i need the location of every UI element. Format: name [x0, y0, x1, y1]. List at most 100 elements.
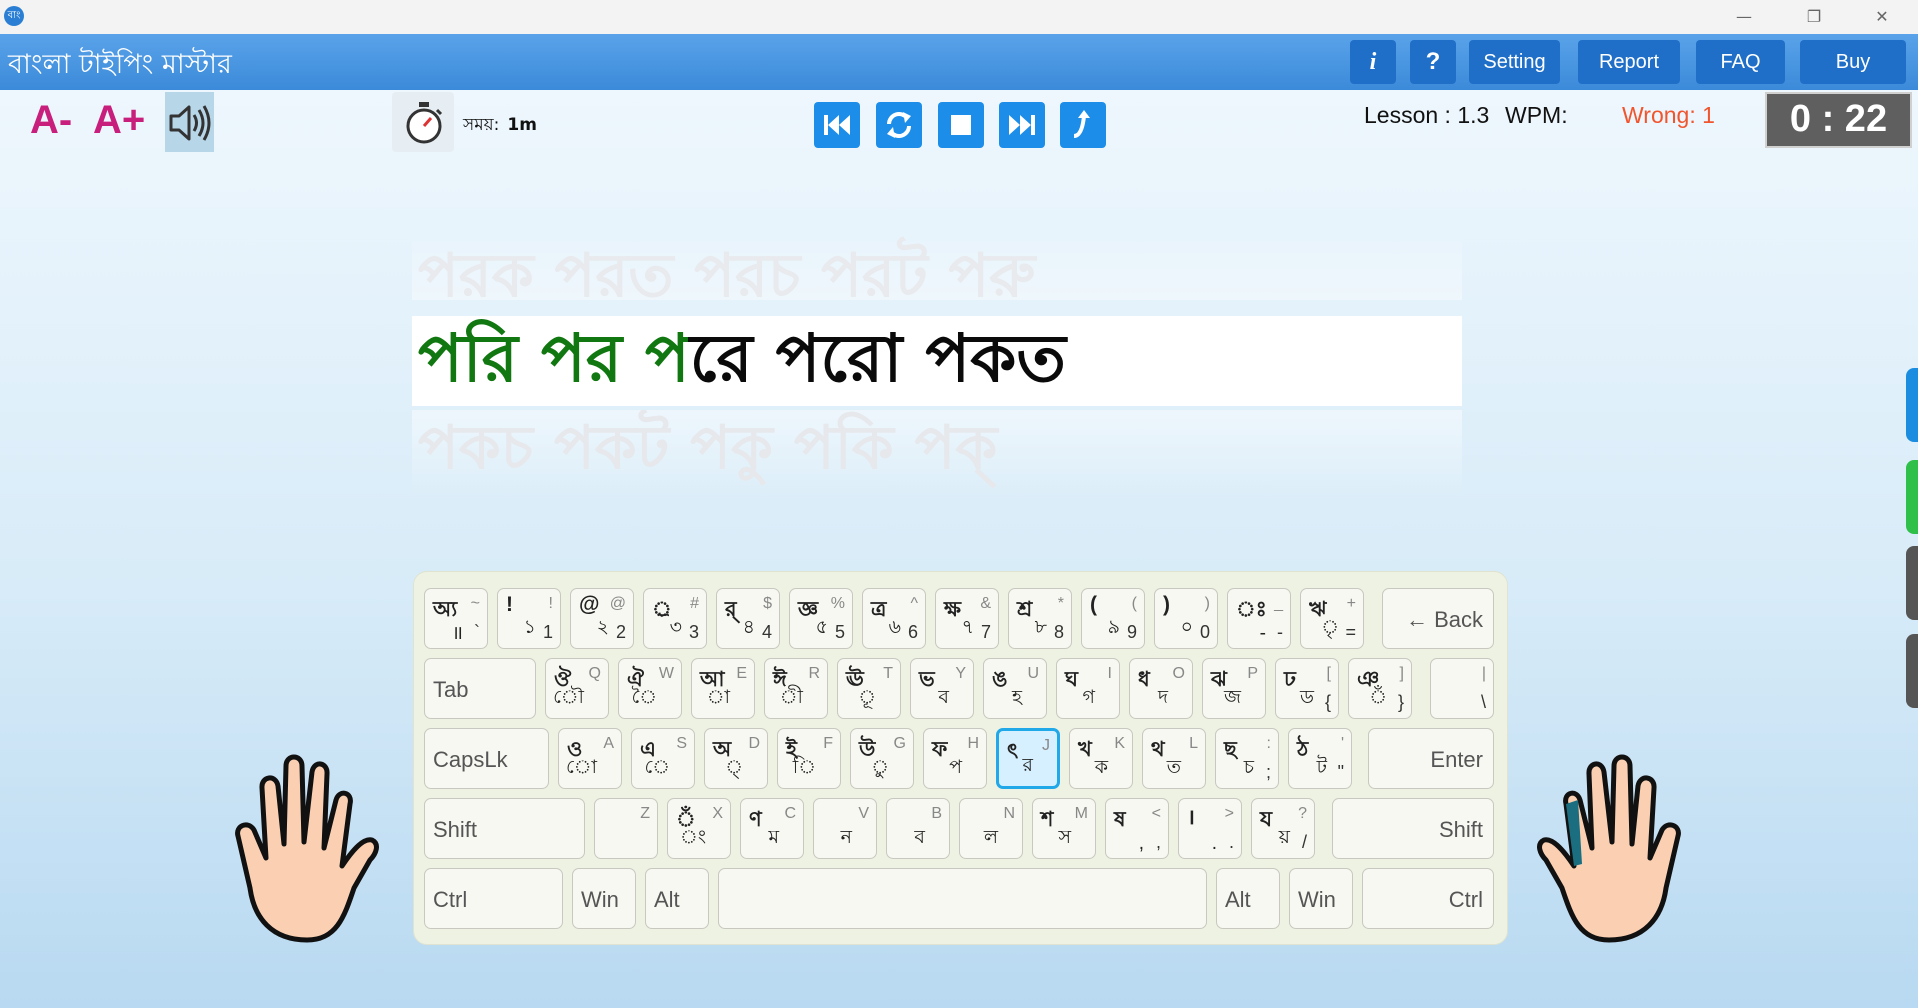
key-period[interactable]: । > .. — [1178, 798, 1242, 859]
wrong-count: Wrong: 1 — [1622, 102, 1715, 128]
key-shift-right[interactable]: Shift — [1332, 798, 1494, 859]
key-semicolon[interactable]: ছ: চ; — [1215, 728, 1279, 789]
key-l[interactable]: থL ত — [1142, 728, 1206, 789]
key-m[interactable]: শM স — [1032, 798, 1096, 859]
key-o[interactable]: ধO দ — [1129, 658, 1193, 719]
buy-button[interactable]: Buy — [1800, 40, 1906, 84]
side-tab-gray-2[interactable] — [1906, 634, 1918, 708]
key-2[interactable]: @ @ ২2 — [570, 588, 634, 649]
key-comma[interactable]: ষ < ,, — [1105, 798, 1169, 859]
key-equals[interactable]: ঋ + ৃ = — [1300, 588, 1364, 649]
key-tilde[interactable]: অ্য ~ ॥ ` — [424, 588, 488, 649]
key-6[interactable]: ত্র ^ ৬6 — [862, 588, 926, 649]
speaker-icon — [169, 105, 211, 141]
repeat-lesson-button[interactable] — [876, 102, 922, 148]
previous-line: পরক পরত পরচ পরট পরু — [412, 230, 1462, 300]
key-w[interactable]: ঐW ৈ — [618, 658, 682, 719]
key-alt-right[interactable]: Alt — [1216, 868, 1280, 929]
stop-button[interactable] — [938, 102, 984, 148]
info-button[interactable]: i — [1350, 40, 1396, 84]
wpm-label: WPM: — [1505, 102, 1568, 128]
key-win-right[interactable]: Win — [1289, 868, 1353, 929]
side-tab-blue[interactable] — [1906, 368, 1918, 442]
key-c[interactable]: ণC ম — [740, 798, 804, 859]
time-display: সময়: 1m — [463, 112, 537, 140]
key-quote[interactable]: ঠ ' ট " — [1288, 728, 1352, 789]
key-j-highlighted[interactable]: ৎJ র — [996, 728, 1060, 789]
key-1[interactable]: !! ১1 — [497, 588, 561, 649]
key-7[interactable]: ক্ষ & ৭7 — [935, 588, 999, 649]
key-right-bracket[interactable]: ঞ] ঁ} — [1348, 658, 1412, 719]
key-minus[interactable]: ঃ _ -- — [1227, 588, 1291, 649]
key-0[interactable]: )) ০0 — [1154, 588, 1218, 649]
key-v[interactable]: V ন — [813, 798, 877, 859]
key-q[interactable]: ঔQ ৌ — [545, 658, 609, 719]
stopwatch-icon — [406, 102, 443, 144]
restore-button[interactable]: ❐ — [1784, 0, 1844, 34]
skip-back-icon — [824, 115, 850, 135]
left-hand-icon — [235, 754, 379, 943]
key-x[interactable]: ঁ X ং — [667, 798, 731, 859]
time-value: 1m — [507, 115, 537, 135]
key-i[interactable]: ঘI গ — [1056, 658, 1120, 719]
faq-button[interactable]: FAQ — [1696, 40, 1785, 84]
key-h[interactable]: ফH প — [923, 728, 987, 789]
font-decrease-button[interactable]: A- — [30, 98, 72, 143]
key-3[interactable]: ্র # ৩3 — [643, 588, 707, 649]
minimize-button[interactable]: — — [1714, 0, 1774, 34]
exit-lesson-button[interactable] — [1060, 102, 1106, 148]
timer-button[interactable] — [392, 92, 454, 152]
app-title: বাংলা টাইপিং মাস্টার — [8, 49, 232, 80]
key-left-bracket[interactable]: ঢ[ ড{ — [1275, 658, 1339, 719]
key-a[interactable]: ওA ো — [558, 728, 622, 789]
key-tab[interactable]: Tab — [424, 658, 536, 719]
key-k[interactable]: খK ক — [1069, 728, 1133, 789]
side-tab-gray-1[interactable] — [1906, 546, 1918, 620]
key-t[interactable]: ঊT ূ — [837, 658, 901, 719]
key-f[interactable]: ইF ি — [777, 728, 841, 789]
key-5[interactable]: জ্ঞ% ৫5 — [789, 588, 853, 649]
key-win-left[interactable]: Win — [572, 868, 636, 929]
key-space[interactable] — [718, 868, 1207, 929]
key-backspace[interactable]: ← Back — [1382, 588, 1494, 649]
key-e[interactable]: আE া — [691, 658, 755, 719]
first-lesson-button[interactable] — [814, 102, 860, 148]
key-z[interactable]: Z — [594, 798, 658, 859]
key-g[interactable]: উG ু — [850, 728, 914, 789]
font-increase-button[interactable]: A+ — [93, 98, 145, 143]
setting-button[interactable]: Setting — [1469, 40, 1560, 84]
key-enter[interactable]: Enter — [1368, 728, 1494, 789]
repeat-icon — [887, 112, 911, 138]
close-button[interactable]: ✕ — [1852, 0, 1912, 34]
key-backslash[interactable]: | \ — [1430, 658, 1494, 719]
last-lesson-button[interactable] — [999, 102, 1045, 148]
key-4[interactable]: র্ $ ৪4 — [716, 588, 780, 649]
main-area: A- A+ সময়: 1m Lesson: 1.3 WPM: Wrong: … — [0, 90, 1918, 1008]
key-alt-left[interactable]: Alt — [645, 868, 709, 929]
window-titlebar: বাং — ❐ ✕ — [0, 0, 1918, 34]
app-logo-icon: বাং — [4, 6, 24, 26]
key-u[interactable]: ঙU হ — [983, 658, 1047, 719]
stop-icon — [951, 115, 971, 135]
key-b[interactable]: B ব — [886, 798, 950, 859]
typed-text: পরি পর প — [418, 320, 690, 397]
key-y[interactable]: ভY ব — [910, 658, 974, 719]
side-tab-green[interactable] — [1906, 460, 1918, 534]
key-8[interactable]: শ্র * ৮8 — [1008, 588, 1072, 649]
key-r[interactable]: ঈR ী — [764, 658, 828, 719]
key-p[interactable]: ঝP জ — [1202, 658, 1266, 719]
elapsed-clock: 0 : 22 — [1765, 92, 1912, 148]
key-d[interactable]: অD ্ — [704, 728, 768, 789]
key-9[interactable]: (( ৯9 — [1081, 588, 1145, 649]
help-button[interactable]: ? — [1410, 40, 1456, 84]
key-ctrl-left[interactable]: Ctrl — [424, 868, 563, 929]
key-s[interactable]: এS ে — [631, 728, 695, 789]
key-n[interactable]: N ল — [959, 798, 1023, 859]
key-shift-left[interactable]: Shift — [424, 798, 585, 859]
key-ctrl-right[interactable]: Ctrl — [1362, 868, 1494, 929]
report-button[interactable]: Report — [1578, 40, 1680, 84]
sound-toggle-button[interactable] — [165, 92, 214, 152]
key-slash[interactable]: য? য় / — [1251, 798, 1315, 859]
key-capslock[interactable]: CapsLk — [424, 728, 549, 789]
virtual-keyboard: অ্য ~ ॥ ` !! ১1 @ @ ২2 ্র # ৩3 র্ $ ৪4 জ্ঞ% ৫… — [413, 571, 1508, 945]
